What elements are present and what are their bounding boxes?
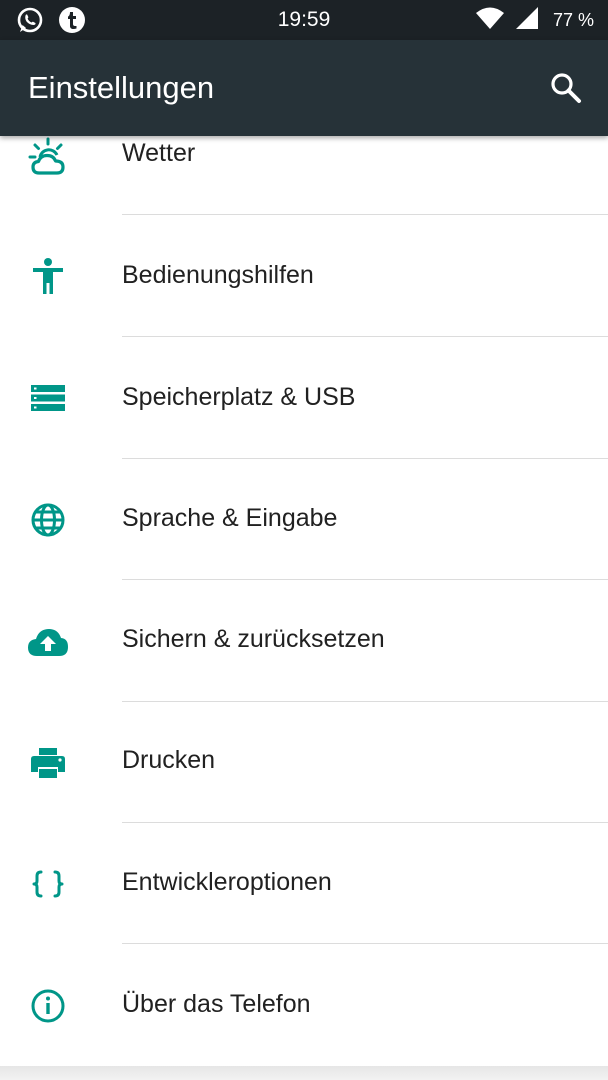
settings-item-label: Bedienungshilfen bbox=[122, 261, 314, 289]
settings-item-printing[interactable]: Drucken bbox=[0, 702, 608, 823]
settings-item-weather[interactable]: Wetter bbox=[0, 136, 608, 217]
cloud-upload-icon bbox=[24, 618, 72, 666]
settings-item-developer-options[interactable]: Entwickleroptionen bbox=[0, 823, 608, 944]
settings-item-storage[interactable]: Speicherplatz & USB bbox=[0, 338, 608, 459]
settings-item-about-phone[interactable]: Über das Telefon bbox=[0, 944, 608, 1065]
divider bbox=[122, 214, 608, 215]
settings-list: Wetter Bedienungshilfen Speicherplatz & … bbox=[0, 136, 608, 1066]
info-icon bbox=[24, 982, 72, 1030]
status-bar: 19:59 77 % bbox=[0, 0, 608, 40]
settings-item-language-input[interactable]: Sprache & Eingabe bbox=[0, 459, 608, 580]
weather-icon bbox=[24, 136, 72, 181]
app-bar: Einstellungen bbox=[0, 40, 608, 136]
system-icons: 77 % bbox=[475, 0, 594, 40]
settings-item-label: Über das Telefon bbox=[122, 990, 311, 1018]
settings-item-label: Drucken bbox=[122, 746, 216, 774]
page-title: Einstellungen bbox=[28, 70, 215, 105]
settings-item-label: Entwickleroptionen bbox=[122, 868, 332, 896]
wifi-icon bbox=[475, 6, 505, 35]
accessibility-icon bbox=[24, 252, 72, 300]
cell-signal-icon bbox=[515, 6, 539, 35]
settings-item-label: Sprache & Eingabe bbox=[122, 504, 338, 532]
globe-icon bbox=[24, 496, 72, 544]
settings-item-label: Sichern & zurücksetzen bbox=[122, 625, 385, 653]
settings-item-label: Speicherplatz & USB bbox=[122, 383, 356, 411]
divider bbox=[122, 336, 608, 337]
settings-item-backup-reset[interactable]: Sichern & zurücksetzen bbox=[0, 580, 608, 702]
developer-braces-icon bbox=[24, 860, 72, 908]
bottom-shadow bbox=[0, 1066, 608, 1080]
settings-item-accessibility[interactable]: Bedienungshilfen bbox=[0, 217, 608, 338]
storage-icon bbox=[24, 374, 72, 422]
settings-item-label: Wetter bbox=[122, 139, 196, 167]
search-icon[interactable] bbox=[548, 70, 584, 106]
printer-icon bbox=[24, 739, 72, 787]
battery-percentage: 77 % bbox=[552, 10, 594, 30]
